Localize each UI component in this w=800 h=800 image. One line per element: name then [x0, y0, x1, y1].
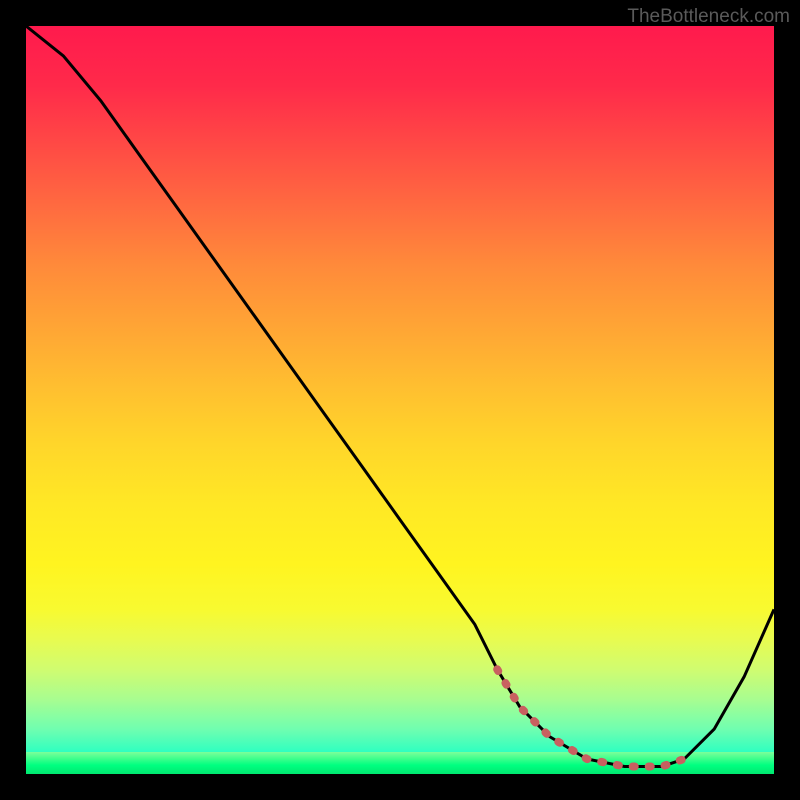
watermark-text: TheBottleneck.com — [627, 6, 790, 28]
bottleneck-curve-line — [26, 26, 774, 767]
chart-svg — [26, 26, 774, 774]
optimal-zone-dotted-line — [497, 669, 684, 766]
chart-plot-area — [26, 26, 774, 774]
